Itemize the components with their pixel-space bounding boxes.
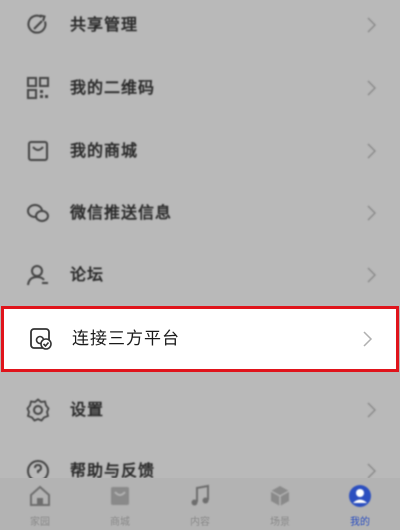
profile-icon — [348, 484, 372, 508]
chevron-right-icon — [366, 266, 378, 284]
menu-item-label: 我的二维码 — [70, 78, 156, 97]
menu-item-my-store[interactable]: 我的商城 — [0, 120, 400, 182]
shopping-bag-icon — [26, 139, 50, 163]
scene-box-icon — [268, 484, 292, 508]
menu-item-settings[interactable]: 设置 — [0, 379, 400, 441]
chevron-right-icon — [366, 142, 378, 160]
tab-label: 我的 — [350, 517, 370, 528]
user-forum-icon — [26, 263, 50, 287]
chevron-right-icon — [366, 79, 378, 97]
tab-scene[interactable]: 场景 — [240, 478, 320, 530]
wechat-icon — [26, 201, 50, 225]
chevron-right-icon — [362, 330, 374, 348]
menu-item-forum[interactable]: 论坛 — [0, 244, 400, 306]
chevron-right-icon — [366, 16, 378, 34]
chevron-right-icon — [366, 204, 378, 222]
qr-code-icon — [26, 76, 50, 100]
music-note-icon — [188, 484, 212, 508]
tab-label: 内容 — [190, 517, 210, 528]
tab-label: 家园 — [30, 517, 50, 528]
store-icon — [108, 484, 132, 508]
tab-store[interactable]: 商城 — [80, 478, 160, 530]
menu-item-label: 我的商城 — [70, 141, 139, 160]
chevron-right-icon — [366, 401, 378, 419]
settings-menu: 共享管理 我的二维码 我的商城 微信推送信息 论坛 连接三方平台 设置 帮助与反… — [0, 0, 400, 486]
tab-label: 场景 — [270, 517, 290, 528]
menu-item-my-qr-code[interactable]: 我的二维码 — [0, 57, 400, 119]
menu-item-connect-third-party[interactable]: 连接三方平台 — [1, 306, 399, 372]
share-refresh-icon — [26, 13, 50, 37]
menu-item-label: 连接三方平台 — [72, 329, 180, 349]
menu-item-share-management[interactable]: 共享管理 — [0, 0, 400, 56]
bottom-tab-bar: 家园 商城 内容 场景 我的 — [0, 478, 400, 530]
tab-content[interactable]: 内容 — [160, 478, 240, 530]
tab-profile[interactable]: 我的 — [320, 478, 400, 530]
tab-home[interactable]: 家园 — [0, 478, 80, 530]
gear-icon — [26, 398, 50, 422]
menu-item-label: 论坛 — [70, 265, 105, 284]
tab-label: 商城 — [110, 517, 130, 528]
menu-item-label: 微信推送信息 — [70, 203, 173, 222]
home-icon — [28, 484, 52, 508]
menu-item-label: 设置 — [70, 400, 105, 419]
menu-item-wechat-push[interactable]: 微信推送信息 — [0, 182, 400, 244]
connect-platform-icon — [29, 327, 53, 351]
menu-item-label: 共享管理 — [70, 15, 139, 34]
